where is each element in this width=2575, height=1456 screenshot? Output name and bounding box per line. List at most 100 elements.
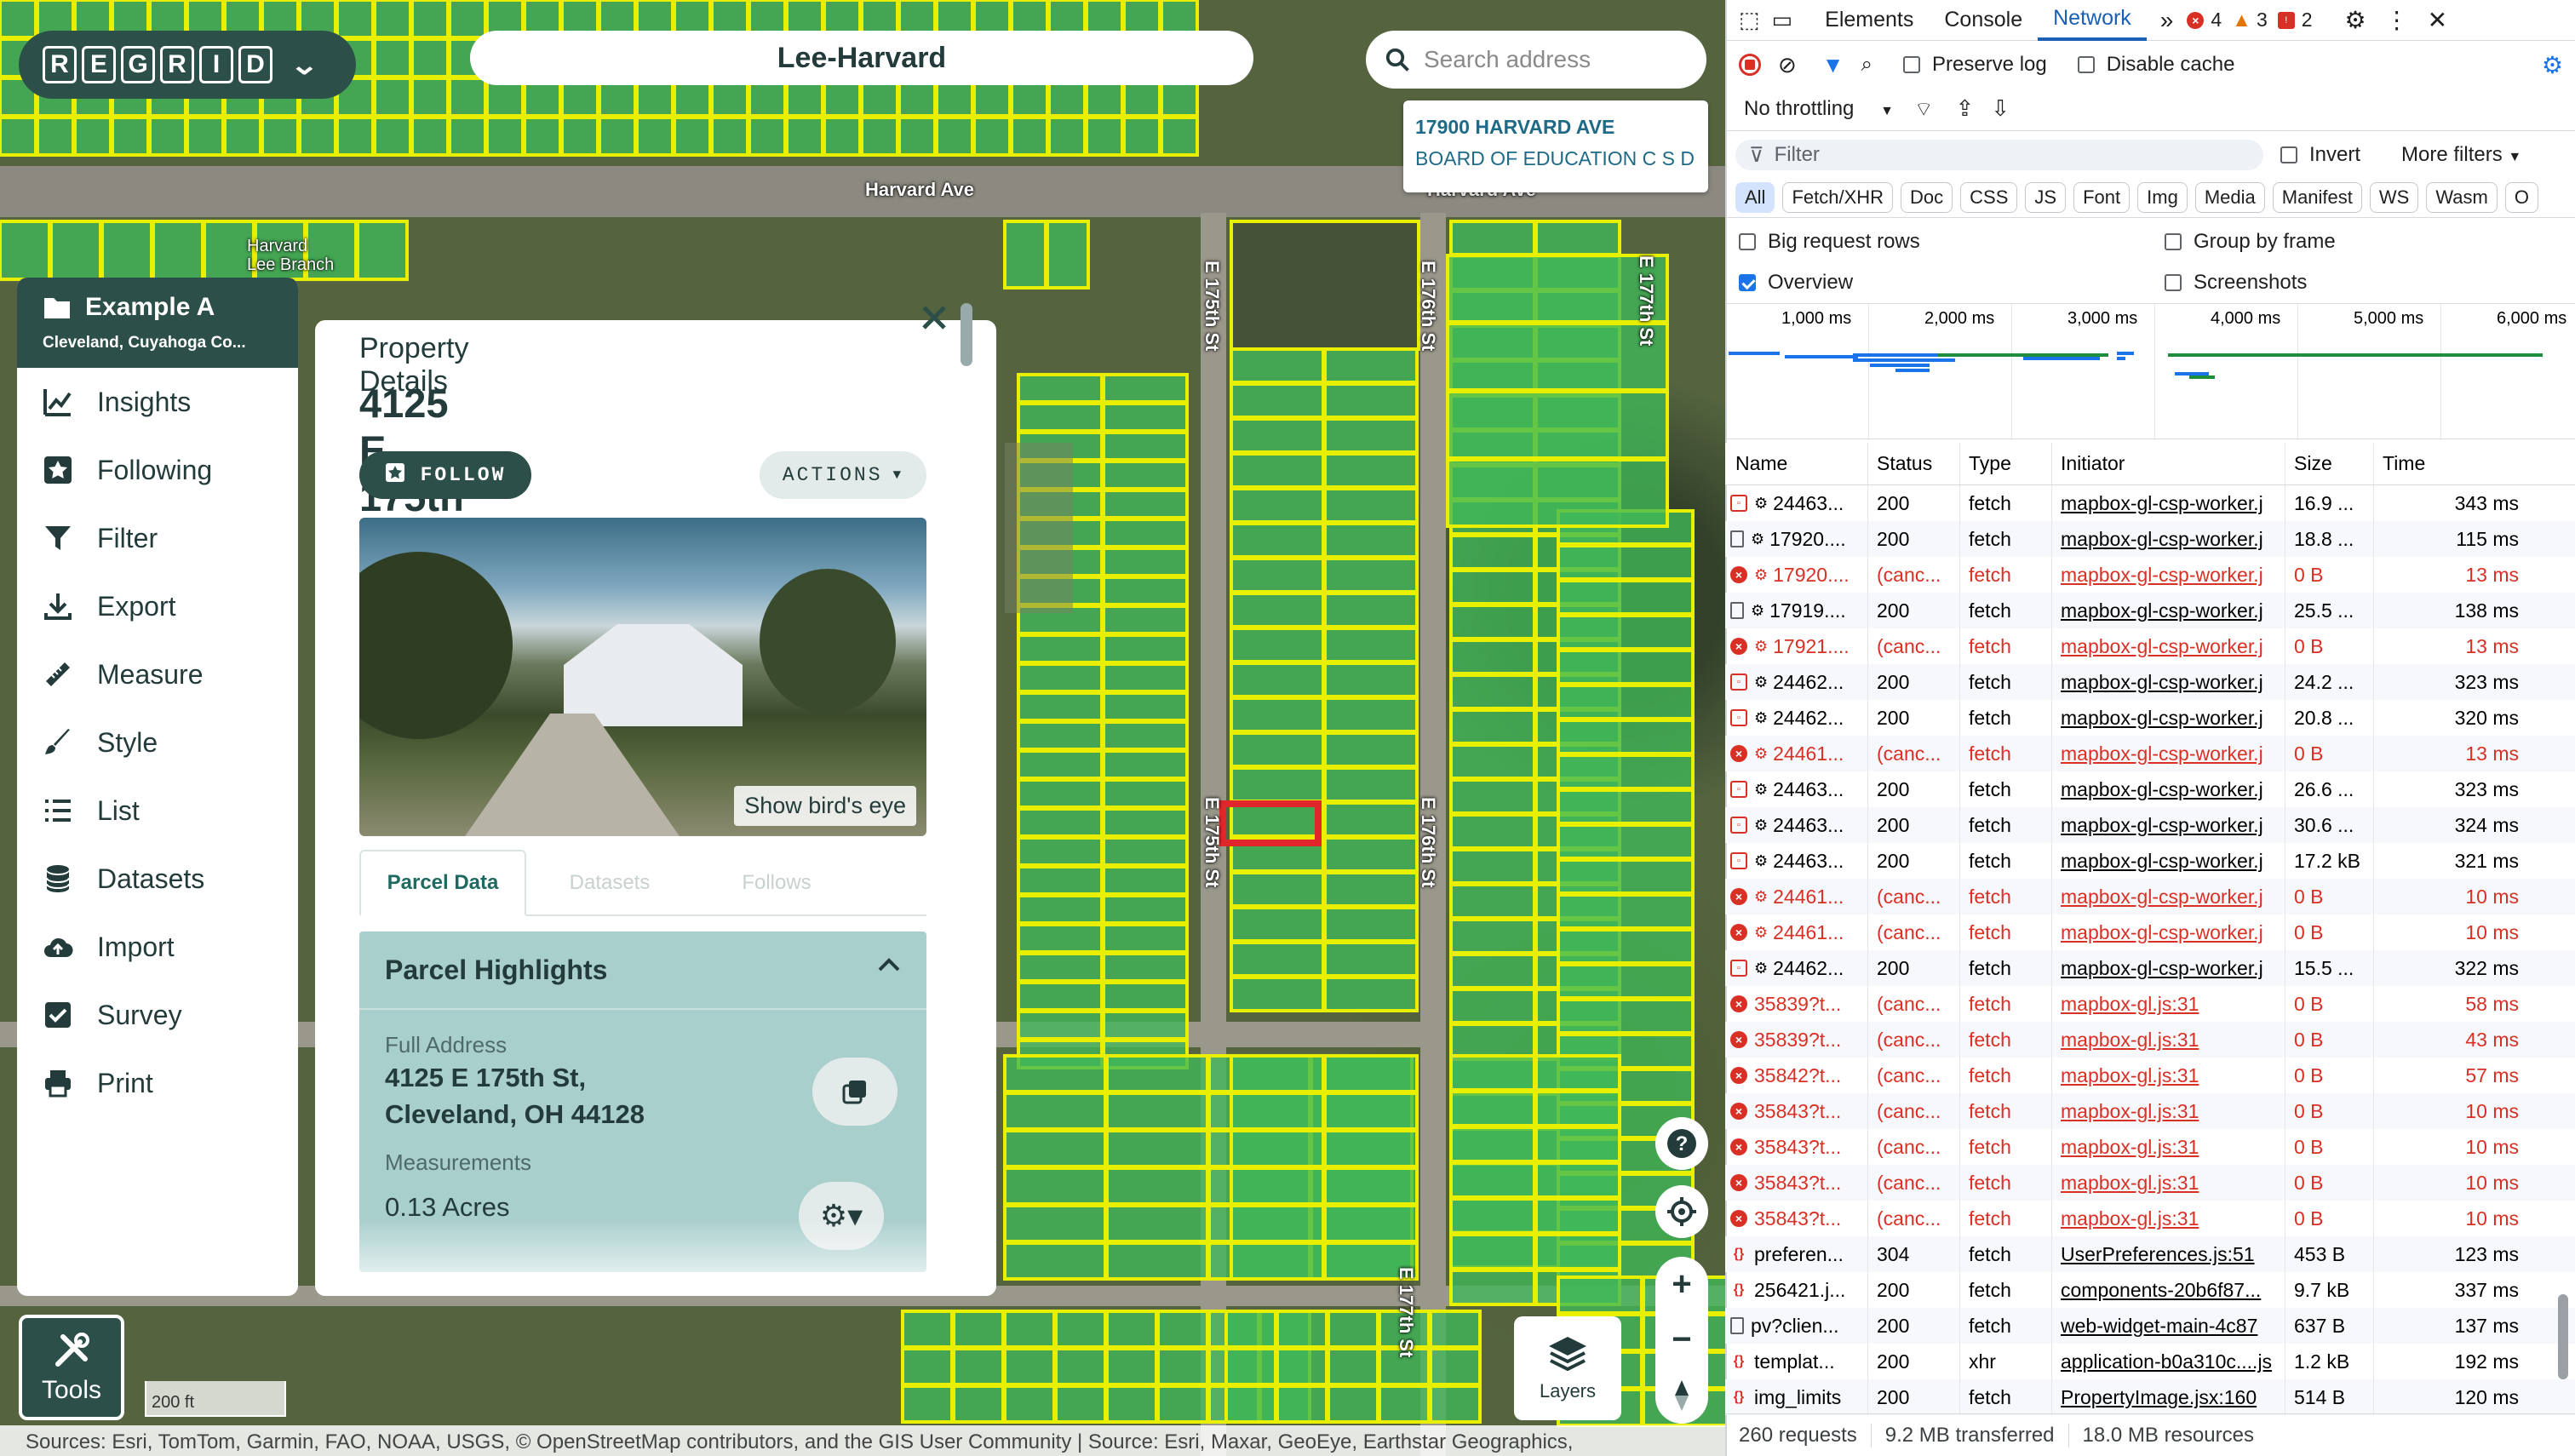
invert-checkbox[interactable]: Invert [2280,143,2360,167]
table-scrollbar[interactable] [2558,1294,2568,1379]
table-row[interactable]: {} preferen... 304 fetch UserPreferences.js:… [1725,1236,2575,1272]
wifi-icon[interactable]: ⌔ [1914,96,1934,122]
initiator-link[interactable]: mapbox-gl-csp-worker.j [2061,671,2263,694]
copy-address-button[interactable] [812,1058,898,1126]
filter-chip-js[interactable]: JS [2025,181,2067,213]
tab-follows[interactable]: Follows [693,850,860,916]
map-view[interactable]: Harvard Ave Harvard Ave Harvard Lee Bran… [0,0,1725,1456]
table-row[interactable]: × ⚙ 17921.... (canc... fetch mapbox-gl-csp-wo… [1725,628,2575,664]
col-name[interactable]: Name [1725,443,1868,484]
sidebar-item-list[interactable]: List [17,777,298,845]
initiator-link[interactable]: mapbox-gl-csp-worker.j [2061,528,2263,551]
table-row[interactable]: × ⚙ 24461... (canc... fetch mapbox-gl-csp-wor… [1725,879,2575,914]
zoom-out-button[interactable]: − [1655,1312,1708,1367]
table-row[interactable]: × 35839?t... (canc... fetch mapbox-gl.js:31 0… [1725,986,2575,1022]
filter-chip-wasm[interactable]: Wasm [2426,181,2498,213]
regrid-logo-menu[interactable]: R E G R I D ⌄ [19,31,356,99]
initiator-link[interactable]: mapbox-gl.js:31 [2061,1029,2199,1052]
device-toolbar-icon[interactable]: ▭ [1772,7,1793,33]
address-search[interactable] [1366,31,1706,89]
col-initiator[interactable]: Initiator [2052,443,2285,484]
tab-console[interactable]: Console [1929,0,2038,41]
record-icon[interactable] [1739,54,1761,76]
layers-button[interactable]: Layers [1514,1316,1621,1420]
throttling-select[interactable]: No throttling ▼ [1744,97,1894,121]
settings-gear-icon[interactable]: ⚙ [2345,6,2366,34]
filter-chip-manifest[interactable]: Manifest [2272,181,2362,213]
tools-button[interactable]: Tools [19,1315,124,1420]
initiator-link[interactable]: mapbox-gl-csp-worker.j [2061,921,2263,944]
filter-chip-ws[interactable]: WS [2369,181,2419,213]
table-row[interactable]: {} img_limits 200 fetch PropertyImage.jsx:16… [1725,1379,2575,1415]
filter-chip-o[interactable]: O [2504,181,2538,213]
table-row[interactable]: {} 256421.j... 200 fetch components-20b6f87.… [1725,1272,2575,1308]
initiator-link[interactable]: mapbox-gl-csp-worker.j [2061,778,2263,801]
initiator-link[interactable]: mapbox-gl-csp-worker.j [2061,564,2263,587]
filter-chip-doc[interactable]: Doc [1901,181,1953,213]
table-row[interactable]: × 35842?t... (canc... fetch mapbox-gl.js:31 0… [1725,1058,2575,1093]
initiator-link[interactable]: components-20b6f87... [2061,1279,2261,1302]
issue-count[interactable]: ! 2 [2277,9,2313,32]
table-row[interactable]: ▫ ⚙ 24462... 200 fetch mapbox-gl-csp-worker.j… [1725,664,2575,700]
download-icon[interactable]: ⇩ [1991,95,2010,122]
sidebar-item-following[interactable]: Following [17,436,298,504]
initiator-link[interactable]: UserPreferences.js:51 [2061,1243,2255,1266]
table-row[interactable]: ▫ ⚙ 24463... 200 fetch mapbox-gl-csp-worker.j… [1725,807,2575,843]
sidebar-item-datasets[interactable]: Datasets [17,845,298,913]
sidebar-item-print[interactable]: Print [17,1049,298,1117]
sidebar-item-import[interactable]: Import [17,913,298,981]
disable-cache-checkbox[interactable]: Disable cache [2077,53,2234,77]
clear-icon[interactable]: ⊘ [1778,52,1797,78]
sidebar-item-measure[interactable]: Measure [17,640,298,708]
col-size[interactable]: Size [2285,443,2374,484]
initiator-link[interactable]: mapbox-gl-csp-worker.j [2061,742,2263,765]
table-row[interactable]: × 35843?t... (canc... fetch mapbox-gl.js:31 0… [1725,1201,2575,1236]
follow-button[interactable]: FOLLOW [359,451,531,499]
initiator-link[interactable]: mapbox-gl-csp-worker.j [2061,886,2263,909]
more-filters-dropdown[interactable]: More filters ▼ [2401,143,2521,167]
close-devtools-icon[interactable]: ✕ [2428,6,2447,34]
initiator-link[interactable]: web-widget-main-4c87 [2061,1315,2257,1338]
initiator-link[interactable]: mapbox-gl.js:31 [2061,993,2199,1016]
initiator-link[interactable]: mapbox-gl.js:31 [2061,1100,2199,1123]
initiator-link[interactable]: mapbox-gl-csp-worker.j [2061,850,2263,873]
table-row[interactable]: × ⚙ 24461... (canc... fetch mapbox-gl-csp-wor… [1725,736,2575,771]
col-status[interactable]: Status [1868,443,1960,484]
overview-checkbox[interactable]: Overview [1739,271,1853,295]
sidebar-item-style[interactable]: Style [17,708,298,777]
street-view-photo[interactable]: Show bird's eye [359,518,926,836]
filter-chip-css[interactable]: CSS [1960,181,2018,213]
filter-input-wrap[interactable]: ⊽ Filter [1735,140,2263,170]
table-row[interactable]: ▫ ⚙ 24463... 200 fetch mapbox-gl-csp-worker.j… [1725,843,2575,879]
initiator-link[interactable]: mapbox-gl.js:31 [2061,1136,2199,1159]
initiator-link[interactable]: mapbox-gl.js:31 [2061,1207,2199,1230]
network-overview-timeline[interactable]: 1,000 ms 2,000 ms 3,000 ms 4,000 ms 5,000 ms… [1725,303,2575,440]
highlights-header[interactable]: Parcel Highlights [359,931,926,1010]
upload-icon[interactable]: ⇪ [1955,95,1974,122]
sidebar-item-insights[interactable]: Insights [17,368,298,436]
group-by-frame-checkbox[interactable]: Group by frame [2165,230,2336,254]
panel-scrollbar[interactable] [961,303,972,366]
col-time[interactable]: Time [2374,443,2539,484]
initiator-link[interactable]: mapbox-gl-csp-worker.j [2061,635,2263,658]
screenshots-checkbox[interactable]: Screenshots [2165,271,2307,295]
initiator-link[interactable]: mapbox-gl-csp-worker.j [2061,492,2263,515]
error-count[interactable]: × 4 [2187,9,2222,32]
table-row[interactable]: ⚙ 17920.... 200 fetch mapbox-gl-csp-worker.j… [1725,521,2575,557]
warning-count[interactable]: ▲ 3 [2232,9,2268,32]
initiator-link[interactable]: application-b0a310c....js [2061,1350,2272,1373]
tab-elements[interactable]: Elements [1809,0,1929,41]
search-input[interactable] [1424,46,1696,73]
initiator-link[interactable]: mapbox-gl-csp-worker.j [2061,599,2263,622]
filter-funnel-icon[interactable]: ▼ [1822,52,1844,78]
network-settings-icon[interactable]: ⚙ [2542,51,2563,79]
help-button[interactable]: ? [1655,1117,1708,1170]
initiator-link[interactable]: mapbox-gl-csp-worker.j [2061,707,2263,730]
chevron-down-icon[interactable]: ⌄ [290,49,319,81]
inspect-icon[interactable]: ⬚ [1739,7,1760,33]
show-birds-eye-button[interactable]: Show bird's eye [734,786,916,826]
sidebar-item-export[interactable]: Export [17,572,298,640]
table-row[interactable]: ▫ ⚙ 24463... 200 fetch mapbox-gl-csp-worker.j… [1725,771,2575,807]
initiator-link[interactable]: mapbox-gl-csp-worker.j [2061,814,2263,837]
filter-chip-all[interactable]: All [1735,181,1775,213]
